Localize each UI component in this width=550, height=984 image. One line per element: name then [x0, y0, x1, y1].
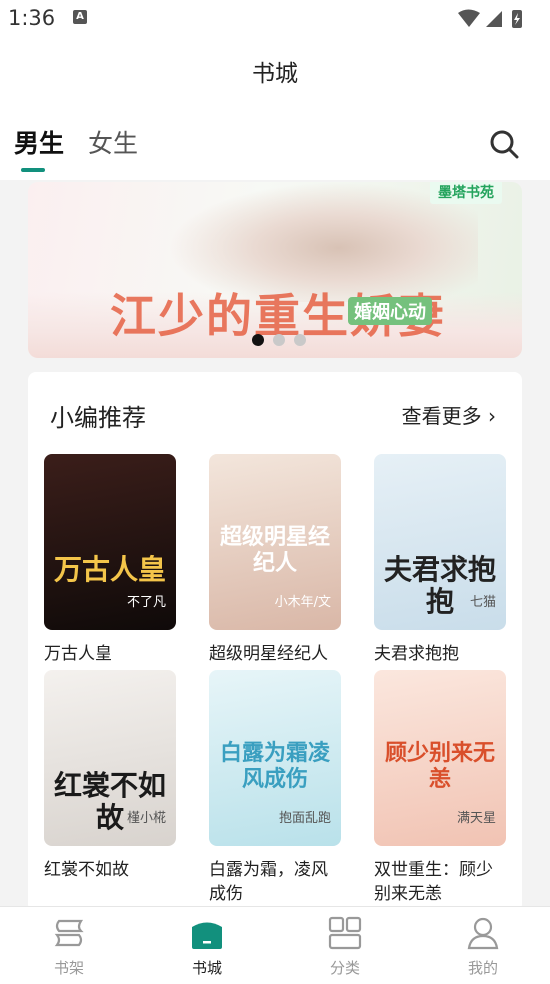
- cover-author: 槿小椛: [126, 811, 166, 826]
- cover-author: 不了凡: [126, 595, 166, 610]
- bookstore-icon: [192, 922, 222, 949]
- cover-title: 顾少别来无恙: [384, 740, 495, 792]
- status-bar: 1:36 A: [0, 0, 550, 36]
- carousel-dot[interactable]: [294, 334, 306, 346]
- carousel-dots: [252, 331, 315, 350]
- book-title: 双世重生：顾少别来无恙: [374, 860, 493, 904]
- cover-author: 小木年/文: [274, 595, 331, 610]
- book-title: 万古人皇: [44, 644, 112, 664]
- book-item[interactable]: 夫君求抱抱 七猫 夫君求抱抱: [374, 454, 508, 666]
- book-cover: 万古人皇 不了凡: [44, 454, 176, 630]
- book-item[interactable]: 白露为霜凌风成伤 抱面乱跑 白露为霜，凌风成伤: [209, 670, 343, 906]
- nav-profile[interactable]: 我的: [428, 915, 538, 978]
- nav-label: 分类: [329, 959, 360, 977]
- carousel-dot[interactable]: [252, 334, 264, 346]
- book-item[interactable]: 红裳不如故 槿小椛 红裳不如故: [44, 670, 178, 882]
- status-icons: [456, 8, 536, 34]
- bottom-nav: 书架 书城 分类 我的: [0, 906, 550, 984]
- cover-title: 万古人皇: [53, 553, 166, 586]
- banner-brand: 墨塔书苑: [430, 182, 502, 204]
- carousel-dot[interactable]: [273, 334, 285, 346]
- book-cover: 红裳不如故 槿小椛: [44, 670, 176, 846]
- gender-tabs: 男生 女生: [0, 100, 550, 180]
- signal-battery-icon: [458, 9, 522, 28]
- status-time: 1:36: [8, 6, 56, 30]
- cover-title: 白露为霜凌风成伤: [219, 740, 330, 792]
- book-title: 红裳不如故: [44, 860, 129, 880]
- cover-author: 抱面乱跑: [278, 811, 331, 826]
- nav-category[interactable]: 分类: [290, 915, 400, 978]
- nav-label: 书架: [53, 959, 84, 977]
- nav-label: 书城: [191, 959, 222, 977]
- app-header: 书城: [0, 36, 550, 100]
- see-more-link[interactable]: 查看更多 ›: [402, 400, 496, 429]
- page-title: 书城: [252, 61, 298, 87]
- section-title: 小编推荐: [50, 404, 146, 432]
- book-cover: 超级明星经纪人 小木年/文: [209, 454, 341, 630]
- banner-tag: 婚姻心动: [348, 297, 432, 325]
- cover-author: 七猫: [469, 595, 496, 610]
- chevron-right-icon: ›: [488, 404, 496, 428]
- bookshelf-icon: [54, 919, 84, 947]
- book-item[interactable]: 顾少别来无恙 满天星 双世重生：顾少别来无恙: [374, 670, 508, 906]
- book-item[interactable]: 万古人皇 不了凡 万古人皇: [44, 454, 178, 666]
- recommend-section: 小编推荐 查看更多 › 万古人皇 不了凡 万古人皇 超级明星经纪人 小木年/文 …: [28, 372, 522, 912]
- book-title: 超级明星经纪人: [209, 644, 328, 664]
- book-title: 白露为霜，凌风成伤: [209, 860, 328, 904]
- tab-male[interactable]: 男生: [14, 124, 64, 160]
- profile-icon: [467, 917, 499, 950]
- see-more-label: 查看更多: [401, 404, 482, 428]
- book-item[interactable]: 超级明星经纪人 小木年/文 超级明星经纪人: [209, 454, 343, 666]
- search-icon[interactable]: [488, 128, 522, 162]
- book-cover: 夫君求抱抱 七猫: [374, 454, 506, 630]
- book-title: 夫君求抱抱: [374, 644, 459, 664]
- cover-author: 满天星: [456, 811, 496, 826]
- cover-title: 超级明星经纪人: [219, 524, 330, 576]
- tab-indicator: [21, 168, 45, 172]
- tab-female[interactable]: 女生: [88, 124, 138, 160]
- book-cover: 白露为霜凌风成伤 抱面乱跑: [209, 670, 341, 846]
- nav-label: 我的: [467, 959, 498, 977]
- nav-bookstore[interactable]: 书城: [152, 915, 262, 978]
- nav-bookshelf[interactable]: 书架: [14, 915, 124, 978]
- book-cover: 顾少别来无恙 满天星: [374, 670, 506, 846]
- notification-icon: A: [73, 10, 87, 24]
- category-icon: [328, 916, 362, 950]
